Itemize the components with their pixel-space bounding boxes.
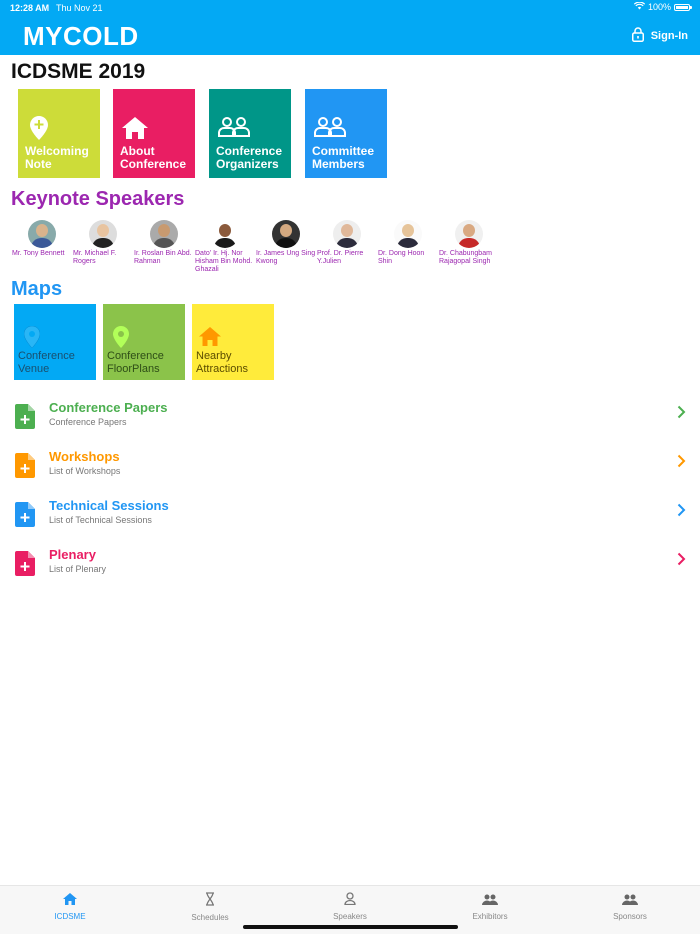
avatar <box>394 220 422 248</box>
speaker-name: Mr. Tony Bennett <box>12 250 65 257</box>
avatar <box>211 220 239 248</box>
tab-label: Schedules <box>191 913 229 922</box>
tile-conference-venue[interactable]: Conference Venue <box>14 304 96 380</box>
tile-label: About Conference <box>120 144 187 171</box>
chevron-right-icon <box>677 503 686 522</box>
list-item-plenary[interactable]: Plenary List of Plenary <box>0 547 700 587</box>
wifi-icon <box>633 1 646 12</box>
home-indicator[interactable] <box>243 925 458 929</box>
avatar <box>272 220 300 248</box>
speaker-name: Dr. Chabungbam Rajagopal Singh <box>439 250 492 265</box>
speaker-name: Ir. James Ung Sing Kwong <box>256 250 316 265</box>
document-add-icon <box>15 404 35 434</box>
tab-label: ICDSME <box>54 912 86 921</box>
tab-label: Sponsors <box>613 912 647 921</box>
tab-icdsme[interactable]: ICDSME <box>20 892 120 921</box>
list-item-workshops[interactable]: Workshops List of Workshops <box>0 449 700 489</box>
home-icon <box>122 117 148 144</box>
map-pin-icon <box>113 326 129 353</box>
battery-percent: 100% <box>647 2 671 12</box>
keynote-speakers-title: Keynote Speakers <box>11 188 185 210</box>
people-icon <box>622 892 638 909</box>
speaker-item[interactable]: Dr. Dong Hoon Shin <box>378 220 440 266</box>
status-date: Thu Nov 21 <box>56 3 103 13</box>
tab-label: Exhibitors <box>472 912 508 921</box>
tile-label: Welcoming Note <box>25 144 89 171</box>
tab-label: Speakers <box>333 912 367 921</box>
tab-sponsors[interactable]: Sponsors <box>580 892 680 921</box>
tab-schedules[interactable]: Schedules <box>160 892 260 922</box>
tile-about-conference[interactable]: About Conference <box>113 89 195 178</box>
tile-label: Conference Organizers <box>216 144 283 171</box>
tile-welcoming-note[interactable]: Welcoming Note <box>18 89 100 178</box>
chevron-right-icon <box>677 405 686 424</box>
speaker-item[interactable]: Ir. Roslan Bin Abd. Rahman <box>134 220 196 266</box>
list-item-technical-sessions[interactable]: Technical Sessions List of Technical Ses… <box>0 498 700 538</box>
people-icon <box>314 117 346 142</box>
map-pin-plus-icon <box>30 116 48 145</box>
avatar <box>150 220 178 248</box>
lock-icon <box>631 27 644 45</box>
speaker-name: Mr. Michael F. Rogers <box>73 250 117 265</box>
tab-speakers[interactable]: Speakers <box>300 892 400 921</box>
chevron-right-icon <box>677 454 686 473</box>
hourglass-icon <box>205 892 215 910</box>
tile-label: Committee Members <box>312 144 375 171</box>
avatar <box>89 220 117 248</box>
tile-label: Conference Venue <box>18 350 75 375</box>
person-icon <box>344 892 356 909</box>
people-icon <box>482 892 498 909</box>
row-subtitle: List of Technical Sessions <box>49 515 152 525</box>
document-add-icon <box>15 502 35 532</box>
speaker-item[interactable]: Dato' Ir. Hj. Nor Hisham Bin Mohd. Ghaza… <box>195 220 257 274</box>
row-title: Conference Papers <box>49 400 168 415</box>
chevron-right-icon <box>677 552 686 571</box>
document-add-icon <box>15 551 35 581</box>
app-title: MYCOLD <box>23 21 139 51</box>
document-add-icon <box>15 453 35 483</box>
row-subtitle: List of Plenary <box>49 564 107 574</box>
speaker-item[interactable]: Mr. Tony Bennett <box>12 220 74 258</box>
speaker-name: Ir. Roslan Bin Abd. Rahman <box>134 250 192 265</box>
maps-title: Maps <box>11 278 63 300</box>
row-subtitle: Conference Papers <box>49 417 127 427</box>
home-icon <box>199 327 221 351</box>
speaker-name: Prof. Dr. Pierre Y.Julien <box>317 250 364 265</box>
sign-in-button[interactable]: Sign-In <box>631 27 688 45</box>
speaker-item[interactable]: Mr. Michael F. Rogers <box>73 220 135 266</box>
row-subtitle: List of Workshops <box>49 466 121 476</box>
tile-conference-floorplans[interactable]: Conference FloorPlans <box>103 304 185 380</box>
sign-in-label: Sign-In <box>650 30 688 42</box>
tile-conference-organizers[interactable]: Conference Organizers <box>209 89 291 178</box>
tile-label: Nearby Attractions <box>196 350 248 375</box>
tile-committee-members[interactable]: Committee Members <box>305 89 387 178</box>
speaker-name: Dr. Dong Hoon Shin <box>378 250 425 265</box>
tile-label: Conference FloorPlans <box>107 350 164 375</box>
tile-nearby-attractions[interactable]: Nearby Attractions <box>192 304 274 380</box>
home-icon <box>63 892 77 909</box>
app-header: 12:28 AM Thu Nov 21 100% MYCOLD Sign-In <box>0 0 700 55</box>
speaker-item[interactable]: Dr. Chabungbam Rajagopal Singh <box>439 220 501 266</box>
people-icon <box>218 117 250 142</box>
row-title: Plenary <box>49 547 96 562</box>
status-indicators: 100% <box>633 1 692 12</box>
list-item-conference-papers[interactable]: Conference Papers Conference Papers <box>0 400 700 440</box>
row-title: Workshops <box>49 449 120 464</box>
battery-icon <box>674 3 692 11</box>
map-pin-icon <box>23 325 41 353</box>
avatar <box>333 220 361 248</box>
avatar <box>455 220 483 248</box>
conference-title: ICDSME 2019 <box>11 60 146 83</box>
status-time: 12:28 AM <box>10 3 50 13</box>
app-screen: 12:28 AM Thu Nov 21 100% MYCOLD Sign-In … <box>0 0 700 934</box>
speaker-name: Dato' Ir. Hj. Nor Hisham Bin Mohd. Ghaza… <box>195 250 253 273</box>
speaker-item[interactable]: Prof. Dr. Pierre Y.Julien <box>317 220 379 266</box>
speaker-item[interactable]: Ir. James Ung Sing Kwong <box>256 220 318 266</box>
row-title: Technical Sessions <box>49 498 169 513</box>
tab-exhibitors[interactable]: Exhibitors <box>440 892 540 921</box>
avatar <box>28 220 56 248</box>
